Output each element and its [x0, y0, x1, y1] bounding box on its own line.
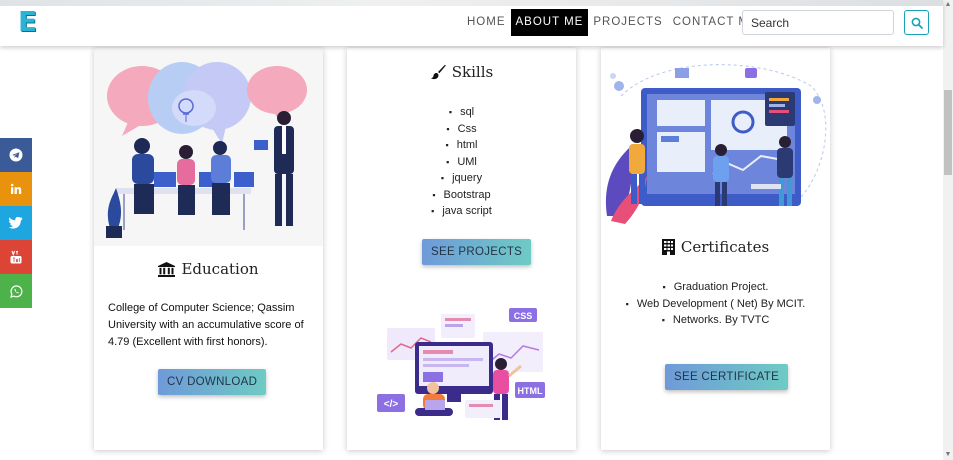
header-banner-strip [0, 0, 943, 6]
skill-item: Bootstrap [347, 187, 576, 204]
certificates-title: Certificates [680, 238, 770, 256]
search-button[interactable] [904, 10, 929, 35]
skills-card: Skills sql Css html UMl jquery Bootstrap… [347, 48, 576, 450]
skills-list: sql Css html UMl jquery Bootstrap java s… [347, 104, 576, 220]
certificates-list: Graduation Project. Web Development ( Ne… [601, 279, 830, 329]
skills-title-row: Skills [347, 63, 576, 81]
web-development-illustration: CSS HTML </> [377, 308, 545, 420]
education-illustration [94, 48, 323, 246]
certificate-item: Graduation Project. [601, 279, 830, 296]
twitter-link[interactable] [0, 206, 32, 240]
social-sidebar [0, 138, 32, 308]
certificates-title-row: Certificates [601, 238, 830, 256]
youtube-icon [10, 250, 22, 264]
scrollbar-thumb[interactable] [944, 90, 952, 175]
html-badge-label: HTML [518, 386, 543, 396]
certificates-card: Certificates Graduation Project. Web Dev… [601, 48, 830, 450]
building-icon [661, 239, 675, 255]
nav-links: HOME ABOUT ME PROJECTS CONTACT ME [462, 9, 763, 36]
whatsapp-icon [9, 284, 22, 298]
certificate-item: Web Development ( Net) By MCIT. [601, 296, 830, 313]
page-scrollbar[interactable] [943, 0, 953, 460]
skills-title: Skills [451, 63, 494, 81]
team-meeting-image [106, 62, 307, 238]
education-title-row: Education [94, 260, 323, 278]
nav-projects[interactable]: PROJECTS [588, 9, 667, 36]
education-title: Education [181, 260, 259, 278]
skill-item: UMl [347, 154, 576, 171]
code-badge-label: </> [384, 399, 399, 410]
site-logo[interactable]: E [18, 8, 40, 36]
skill-item: Css [347, 121, 576, 138]
skill-item: java script [347, 203, 576, 220]
css-badge-label: CSS [514, 311, 533, 321]
nav-home[interactable]: HOME [462, 9, 511, 36]
web-developers-illustration [605, 64, 827, 224]
whatsapp-link[interactable] [0, 274, 32, 308]
skill-item: sql [347, 104, 576, 121]
skill-item: html [347, 137, 576, 154]
certificate-item: Networks. By TVTC [601, 312, 830, 329]
search-input[interactable] [742, 10, 894, 35]
skill-item: jquery [347, 170, 576, 187]
linkedin-link[interactable] [0, 172, 32, 206]
youtube-link[interactable] [0, 240, 32, 274]
linkedin-icon [10, 183, 22, 194]
cv-download-button[interactable]: CV DOWNLOAD [158, 369, 267, 395]
twitter-icon [9, 217, 23, 229]
see-projects-button[interactable]: SEE PROJECTS [422, 239, 532, 265]
education-card: Education College of Computer Science; Q… [94, 48, 323, 450]
education-description: College of Computer Science; Qassim Univ… [108, 302, 304, 348]
scroll-up-arrow[interactable]: ▲ [943, 0, 953, 10]
see-certificate-button[interactable]: SEE CERTIFICATE [665, 364, 789, 390]
top-navbar: E HOME ABOUT ME PROJECTS CONTACT ME [0, 0, 943, 46]
telegram-icon [9, 148, 23, 162]
telegram-link[interactable] [0, 138, 32, 172]
paintbrush-icon [430, 64, 446, 80]
search-icon [911, 17, 923, 29]
scroll-down-arrow[interactable]: ▼ [943, 450, 953, 460]
bank-icon [158, 261, 176, 277]
nav-about-me[interactable]: ABOUT ME [510, 9, 589, 36]
